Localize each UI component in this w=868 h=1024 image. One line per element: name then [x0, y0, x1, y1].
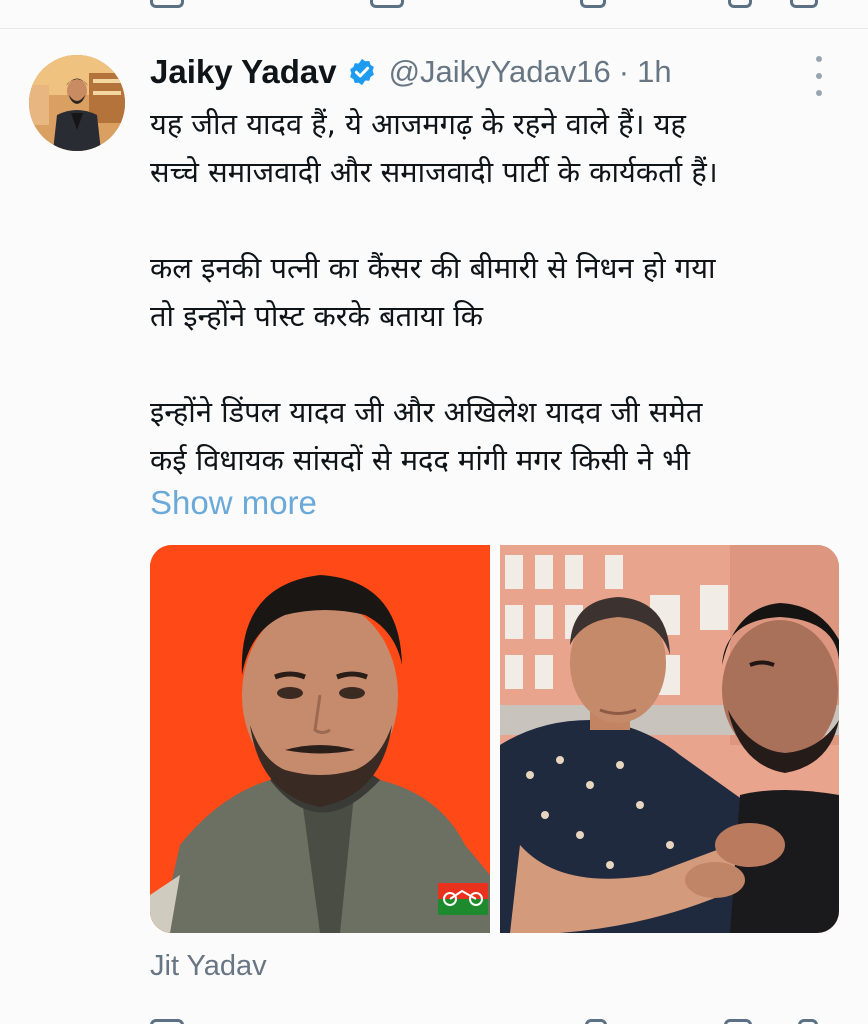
avatar-photo	[29, 55, 125, 151]
show-more-link[interactable]: Show more	[150, 484, 317, 522]
tweet-divider	[0, 28, 868, 29]
reply-icon[interactable]	[150, 1019, 184, 1024]
retweet-icon[interactable]	[370, 0, 404, 8]
header-separator: ·	[618, 54, 630, 89]
tweet-line: तो इन्होंने पोस्ट करके बताया कि	[150, 299, 484, 333]
tweet-media-grid	[150, 545, 839, 933]
media-photo-2[interactable]	[500, 545, 839, 933]
avatar[interactable]	[29, 55, 125, 151]
tweet-paragraph: कल इनकी पत्नी का कैंसर की बीमारी से निधन…	[150, 244, 850, 340]
media-caption: Jit Yadav	[150, 950, 267, 982]
verified-badge-icon	[349, 58, 374, 86]
tweet-timestamp[interactable]: 1h	[637, 54, 671, 90]
more-vertical-icon[interactable]	[810, 56, 828, 96]
tweet-line: यह जीत यादव हैं, ये आजमगढ़ के रहने वाले …	[150, 107, 686, 141]
reply-icon[interactable]	[150, 0, 184, 8]
tweet-line: कई विधायक सांसदों से मदद मांगी मगर किसी …	[150, 443, 691, 477]
tweet-paragraph: यह जीत यादव हैं, ये आजमगढ़ के रहने वाले …	[150, 100, 850, 196]
tweet-paragraph: इन्होंने डिंपल यादव जी और अखिलेश यादव जी…	[150, 388, 850, 484]
tweet-text: यह जीत यादव हैं, ये आजमगढ़ के रहने वाले …	[150, 100, 850, 484]
author-display-name[interactable]: Jaiky Yadav	[150, 53, 337, 91]
share-icon[interactable]	[798, 1019, 818, 1024]
author-handle[interactable]: @JaikyYadav16	[389, 54, 611, 90]
views-icon[interactable]	[580, 0, 606, 8]
tweet-line: इन्होंने डिंपल यादव जी और अखिलेश यादव जी…	[150, 395, 703, 429]
timeline: Jaiky Yadav @JaikyYadav16 · 1h यह जीत या…	[0, 0, 868, 1024]
previous-tweet-action-bar	[0, 0, 868, 14]
photo-couple-outside-building	[500, 545, 839, 933]
bookmark-icon[interactable]	[724, 1019, 752, 1024]
tweet-header: Jaiky Yadav @JaikyYadav16 · 1h	[150, 50, 672, 94]
share-icon[interactable]	[790, 0, 818, 8]
tweet-line: सच्चे समाजवादी और समाजवादी पार्टी के कार…	[150, 155, 718, 189]
bookmark-icon[interactable]	[728, 0, 752, 8]
views-icon[interactable]	[585, 1019, 607, 1024]
tweet-line: कल इनकी पत्नी का कैंसर की बीमारी से निधन…	[150, 251, 716, 285]
media-photo-1[interactable]	[150, 545, 490, 933]
photo-man-orange-background	[150, 545, 490, 933]
tweet-action-bar	[0, 1016, 868, 1024]
